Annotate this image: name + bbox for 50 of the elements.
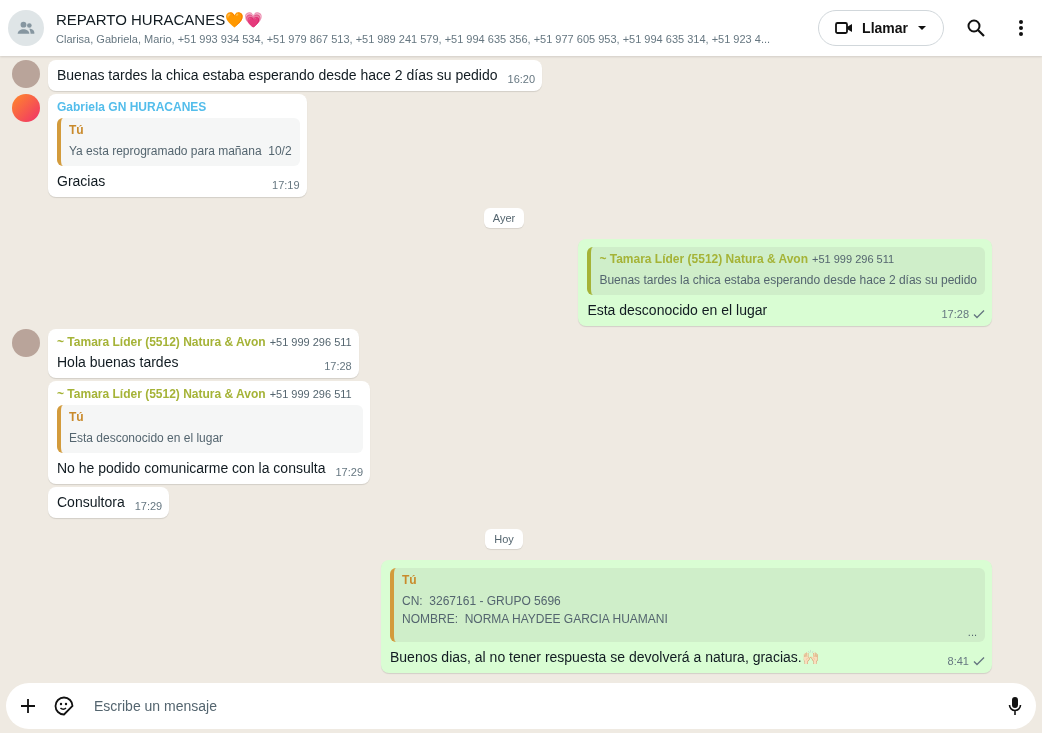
date-divider: Hoy	[485, 529, 523, 549]
message-input[interactable]: Escribe un mensaje	[92, 697, 990, 715]
message-text: Buenas tardes la chica estaba esperando desde hace 2 días su pedido	[57, 66, 498, 85]
message-time: 8:41	[947, 655, 969, 667]
participants-list: Clarisa, Gabriela, Mario, +51 993 934 534, +51 979 867 513, +51 989 241 579, +51 994 635 356, +51 977 605 953, +51 994 635 314, +51 923 4...	[56, 31, 771, 46]
plus-icon[interactable]	[20, 698, 36, 714]
menu-icon[interactable]	[1018, 19, 1024, 37]
message-time: 17:19	[272, 179, 300, 191]
call-button[interactable]: Llamar	[818, 10, 944, 46]
message-text: No he podido comunicarme con la consulta	[57, 459, 326, 478]
quoted-message[interactable]: Tú CN: 3267161 - GRUPO 5696 NOMBRE: NORMA HAYDEE GARCIA HUAMANI ...	[390, 568, 985, 642]
message-text: Hola buenas tardes	[57, 353, 179, 372]
quote-text: NOMBRE: NORMA HAYDEE GARCIA HUAMANI	[402, 611, 669, 628]
message-time: 16:20	[507, 73, 536, 85]
sender-phone: +51 999 296 511	[269, 388, 352, 400]
message-time: 17:28	[941, 308, 969, 320]
date-divider: Ayer	[483, 208, 525, 228]
sender-phone: +51 999 296 511	[269, 336, 352, 348]
message-time: 17:29	[134, 500, 163, 512]
quote-author: ~ Tamara Líder (5512) Natura & Avon	[599, 252, 808, 266]
quoted-message[interactable]: Tú Esta desconocido en el lugar	[57, 405, 364, 453]
message-text: Buenos dias, al no tener respuesta se devolverá a natura, gracias.🙌🏻	[390, 648, 819, 667]
avatar-placeholder[interactable]	[12, 94, 40, 122]
message-text: Consultora	[57, 493, 125, 512]
quoted-message[interactable]: ~ Tamara Líder (5512) Natura & Avon +51 999 296 511 Buenas tardes la chica estaba esperando desde hace 2 días su pedido	[587, 247, 985, 295]
video-camera-icon	[835, 21, 854, 35]
quote-author: Tú	[402, 573, 417, 587]
message-time: 17:29	[335, 466, 364, 478]
sender-name: ~ Tamara Líder (5512) Natura & Avon	[57, 387, 266, 401]
caret-icon	[917, 25, 927, 31]
quote-author: Tú	[69, 123, 84, 137]
quote-text: Esta desconocido en el lugar	[69, 430, 225, 447]
sender-name: Gabriela GN HURACANES	[57, 100, 207, 114]
quote-phone: +51 999 296 511	[812, 253, 895, 265]
quote-more: ...	[966, 628, 977, 636]
message-input-field[interactable]: Escribe un mensaje	[6, 683, 1036, 729]
chat-title: REPARTO HURACANES🧡💗	[56, 10, 265, 29]
microphone-icon[interactable]	[1008, 696, 1022, 716]
quote-author: Tú	[69, 410, 84, 424]
message-text: Gracias	[57, 172, 106, 191]
group-avatar-icon[interactable]	[8, 10, 44, 46]
sticker-icon[interactable]	[54, 696, 74, 716]
message-text: Esta desconocido en el lugar	[587, 301, 768, 320]
quoted-message[interactable]: Tú Ya esta reprogramado para mañana 10/2	[57, 118, 300, 166]
message-time: 17:28	[324, 360, 352, 372]
search-icon[interactable]	[966, 18, 986, 38]
sender-name: ~ Tamara Líder (5512) Natura & Avon	[57, 335, 266, 349]
quote-text: CN: 3267161 - GRUPO 5696	[402, 593, 562, 610]
quote-text: Ya esta reprogramado para mañana 10/2	[69, 143, 292, 160]
quote-text: Buenas tardes la chica estaba esperando desde hace 2 días su pedido	[599, 272, 977, 289]
